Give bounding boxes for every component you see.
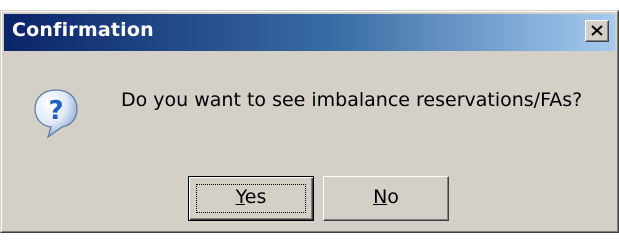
title-bar[interactable]: Confirmation xyxy=(4,14,615,51)
window-title: Confirmation xyxy=(12,19,154,41)
no-label-rest: o xyxy=(387,186,399,208)
question-icon: ? xyxy=(34,89,78,139)
yes-button-label: Yes xyxy=(236,186,267,208)
no-button-label: No xyxy=(373,186,399,208)
confirmation-message: Do you want to see imbalance reservation… xyxy=(121,89,583,111)
close-button[interactable] xyxy=(585,20,609,42)
no-mnemonic: N xyxy=(373,186,388,208)
yes-mnemonic: Y xyxy=(235,186,245,208)
no-button[interactable]: No xyxy=(323,176,449,221)
yes-label-rest: es xyxy=(244,186,267,208)
svg-text:?: ? xyxy=(48,96,63,126)
yes-button[interactable]: Yes xyxy=(188,176,314,221)
dialog-frame: Confirmation ? Do you want to see imbala… xyxy=(1,11,618,232)
close-icon xyxy=(591,25,603,36)
confirmation-dialog: Confirmation ? Do you want to see imbala… xyxy=(0,10,619,233)
